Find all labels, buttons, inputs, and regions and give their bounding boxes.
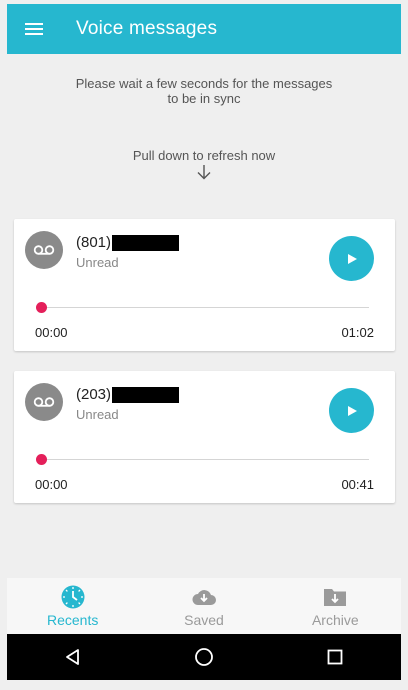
- play-button[interactable]: [329, 236, 374, 281]
- message-status: Unread: [76, 255, 119, 270]
- message-status: Unread: [76, 407, 119, 422]
- voice-message-card[interactable]: (203) Unread 00:00 00:41: [14, 371, 395, 503]
- nav-item-recents[interactable]: Recents: [7, 578, 138, 634]
- recents-icon[interactable]: [325, 647, 345, 667]
- play-icon: [347, 405, 357, 416]
- duration: 00:41: [341, 477, 374, 492]
- elapsed-time: 00:00: [35, 477, 68, 492]
- page-title: Voice messages: [76, 18, 218, 39]
- app-bar: Voice messages: [7, 4, 401, 54]
- play-icon: [347, 253, 357, 264]
- home-icon[interactable]: [194, 647, 214, 667]
- bottom-navigation: Recents Saved Archive: [7, 578, 401, 634]
- elapsed-time: 00:00: [35, 325, 68, 340]
- refresh-hint: Pull down to refresh now: [132, 148, 276, 163]
- nav-label: Saved: [184, 612, 224, 628]
- back-icon[interactable]: [63, 647, 83, 667]
- caller-number: (801): [76, 234, 180, 251]
- clock-icon: [61, 585, 85, 609]
- sync-notice-line-1: Please wait a few seconds for the messag…: [75, 76, 333, 91]
- app-screen: Voice messages Please wait a few seconds…: [0, 0, 408, 690]
- menu-icon[interactable]: [25, 22, 45, 36]
- voicemail-icon: [25, 383, 63, 421]
- message-list[interactable]: Please wait a few seconds for the messag…: [7, 54, 401, 578]
- nav-item-saved[interactable]: Saved: [138, 578, 269, 634]
- system-navigation-bar: [7, 634, 401, 680]
- progress-track[interactable]: [41, 459, 369, 460]
- progress-thumb[interactable]: [36, 454, 47, 465]
- caller-area-code: (801): [76, 234, 112, 251]
- nav-label: Archive: [311, 612, 359, 628]
- nav-item-archive[interactable]: Archive: [270, 578, 401, 634]
- redacted-number: [112, 386, 180, 403]
- sync-notice: Please wait a few seconds for the messag…: [7, 76, 401, 106]
- redacted-number: [112, 234, 180, 251]
- duration: 01:02: [341, 325, 374, 340]
- voice-message-card[interactable]: (801) Unread 00:00 01:02: [14, 219, 395, 351]
- sync-notice-line-2: to be in sync: [167, 91, 241, 106]
- caller-number: (203): [76, 386, 180, 403]
- caller-area-code: (203): [76, 386, 112, 403]
- arrow-down-icon: [197, 165, 211, 180]
- progress-thumb[interactable]: [36, 302, 47, 313]
- play-button[interactable]: [329, 388, 374, 433]
- cloud-download-icon: [192, 590, 216, 605]
- progress-track[interactable]: [41, 307, 369, 308]
- voicemail-icon: [25, 231, 63, 269]
- nav-label: Recents: [46, 612, 99, 628]
- archive-folder-icon: [324, 589, 347, 606]
